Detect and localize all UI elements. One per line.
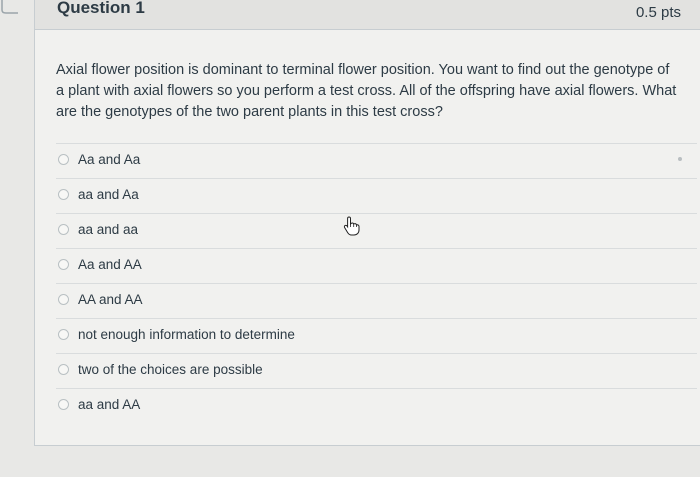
answer-option[interactable]: Aa and Aa [56, 143, 697, 178]
radio-button-icon[interactable] [58, 154, 69, 165]
answer-option[interactable]: AA and AA [56, 283, 697, 318]
question-points: 0.5 pts [635, 4, 681, 21]
answer-label: Aa and AA [78, 257, 142, 272]
answer-option[interactable]: not enough information to determine [56, 318, 697, 353]
answer-label: aa and Aa [78, 187, 139, 202]
question-title: Question 1 [57, 0, 145, 17]
answer-option[interactable]: Aa and AA [56, 248, 697, 283]
answer-option[interactable]: aa and AA [56, 388, 697, 423]
answer-label: aa and AA [78, 397, 141, 412]
answer-option[interactable]: two of the choices are possible [56, 353, 697, 388]
answer-list: Aa and Aa aa and Aa aa and aa Aa and AA … [56, 143, 697, 423]
hand-pointer-icon [343, 216, 360, 236]
radio-button-icon[interactable] [58, 329, 69, 340]
answer-option[interactable]: aa and Aa [56, 178, 697, 213]
answer-label: not enough information to determine [78, 327, 295, 342]
radio-button-icon[interactable] [58, 364, 69, 375]
answer-label: Aa and Aa [78, 152, 141, 167]
answer-label: two of the choices are possible [78, 362, 263, 377]
question-header: Question 1 0.5 pts [35, 0, 700, 30]
radio-button-icon[interactable] [58, 224, 69, 235]
radio-button-icon[interactable] [58, 399, 69, 410]
radio-button-icon[interactable] [58, 259, 69, 270]
flag-corner-icon[interactable] [0, 0, 20, 14]
answer-label: aa and aa [78, 222, 139, 237]
answer-label: AA and AA [78, 292, 143, 307]
radio-button-icon[interactable] [58, 294, 69, 305]
answer-option[interactable]: aa and aa [56, 213, 697, 248]
question-prompt: Axial flower position is dominant to ter… [56, 62, 677, 120]
decorative-dot [678, 157, 682, 161]
radio-button-icon[interactable] [58, 189, 69, 200]
screenshot-frame: Question 1 0.5 pts Axial flower position… [0, 0, 700, 477]
